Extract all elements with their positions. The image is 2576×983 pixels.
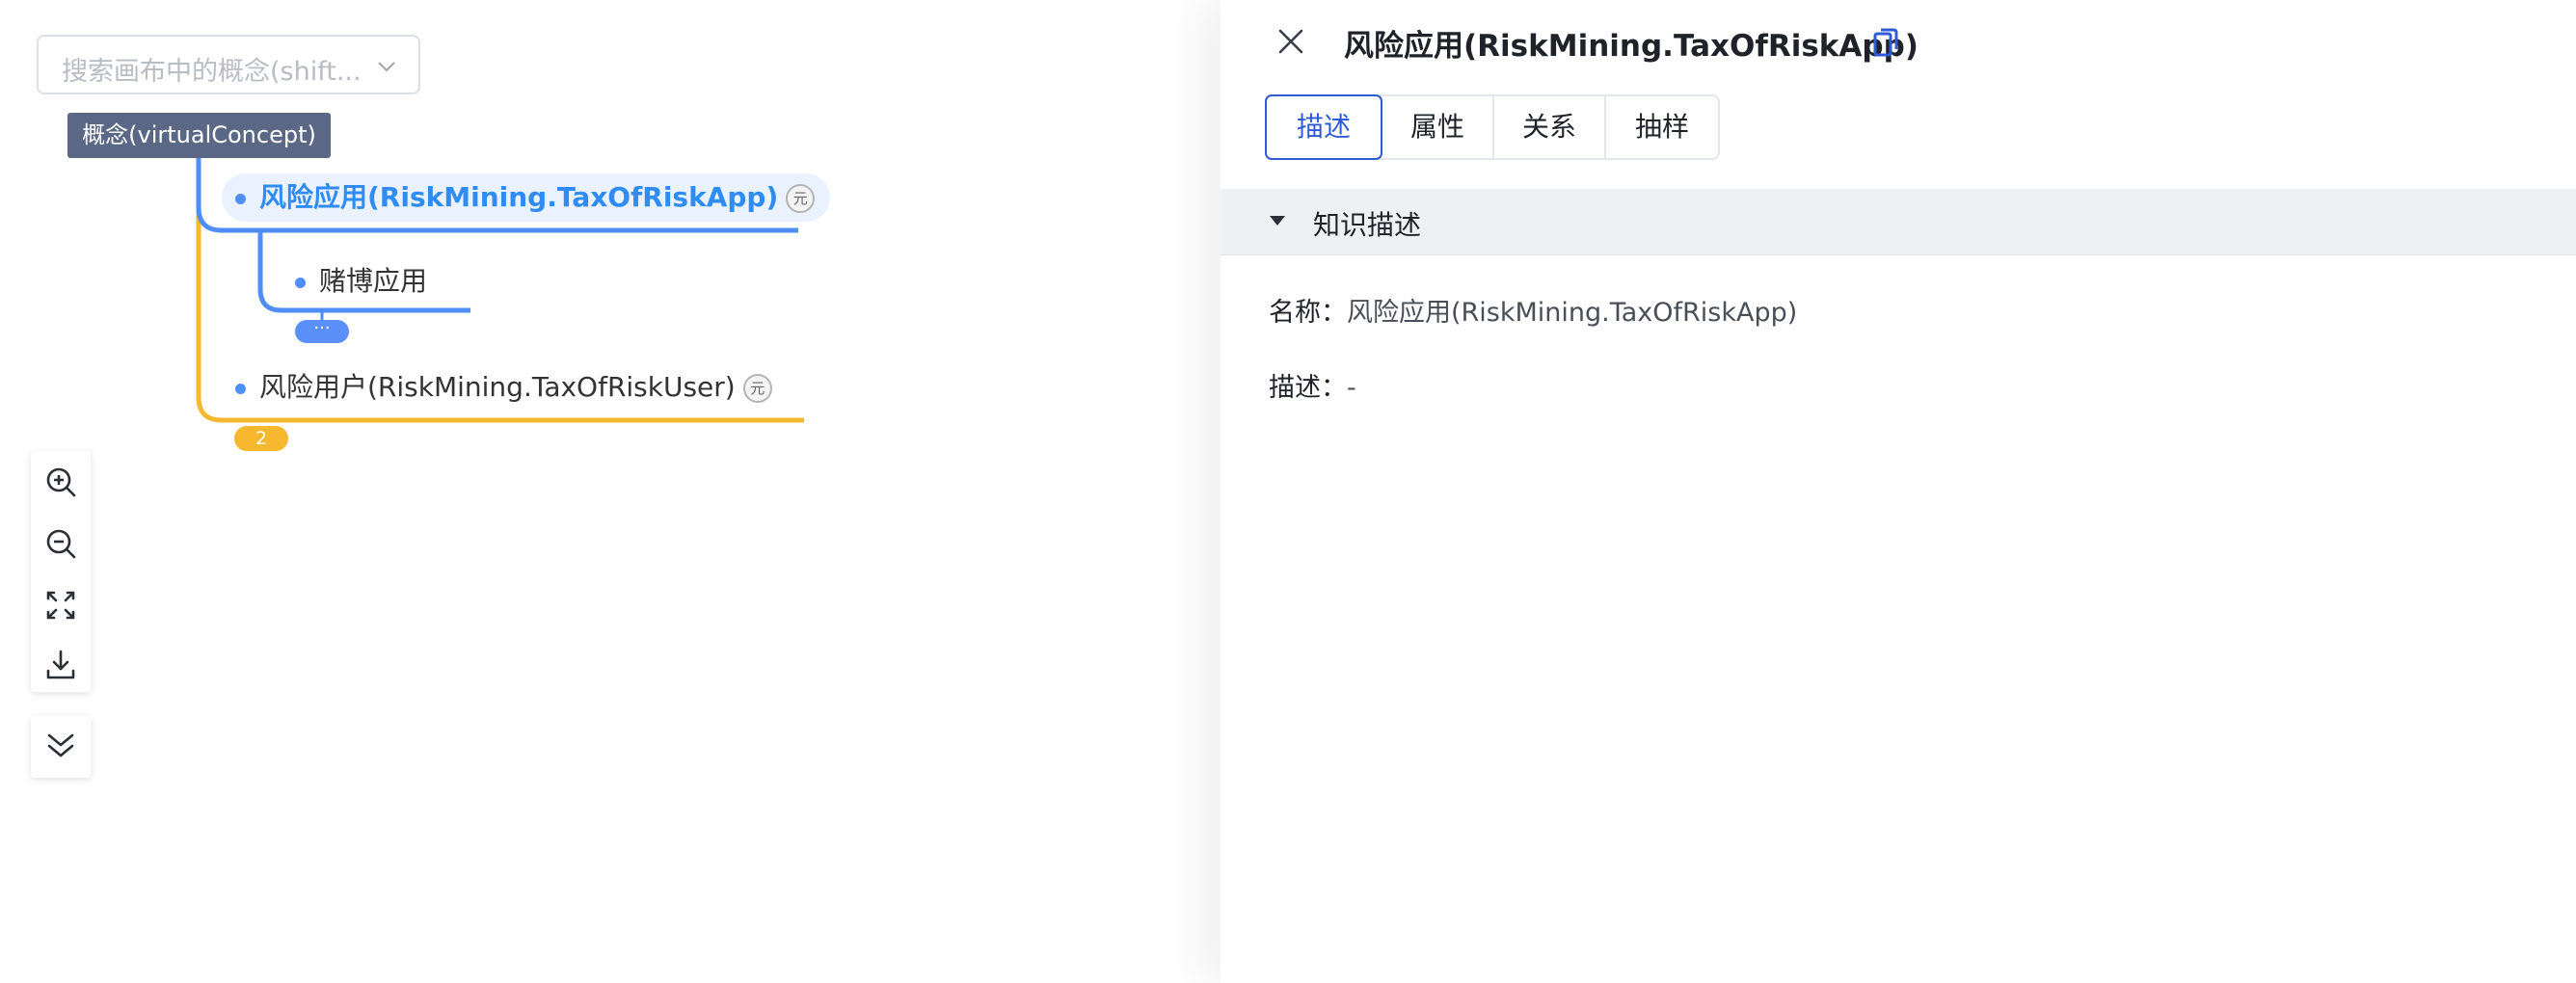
download-icon[interactable] [43,648,78,682]
field-value: - [1347,373,1356,403]
canvas-toolbar [31,451,91,692]
field-value: 风险应用(RiskMining.TaxOfRiskApp) [1347,298,1798,328]
concept-node-risk-app[interactable]: 风险应用(RiskMining.TaxOfRiskApp) 元 [222,173,831,222]
graph-canvas[interactable]: 搜索画布中的概念(shift... 概念(virtualConcept) 风险应… [0,0,1221,983]
tab-description[interactable]: 描述 [1265,94,1382,160]
meta-badge: 元 [742,374,772,403]
concept-node-label: 风险应用(RiskMining.TaxOfRiskApp) [259,181,779,213]
double-chevron-down-icon [47,733,74,757]
concept-node-gambling-app[interactable]: 赌博应用 [295,262,427,301]
node-dot [295,277,306,288]
field-key: 描述： [1269,373,1347,403]
node-dot [235,193,246,204]
tab-properties[interactable]: 属性 [1382,96,1494,158]
concept-detail-panel: 风险应用(RiskMining.TaxOfRiskApp) 描述 属性 关系 抽… [1221,0,2576,983]
detail-tabs: 描述 属性 关系 抽样 [1265,94,1720,160]
caret-down-icon [1270,216,1285,226]
close-icon[interactable] [1275,25,1307,58]
meta-badge: 元 [786,184,816,213]
field-name: 名称：风险应用(RiskMining.TaxOfRiskApp) [1269,291,1797,329]
field-description: 描述：- [1269,366,1356,404]
fit-screen-icon[interactable] [43,588,78,623]
copy-icon[interactable] [1872,26,1899,59]
zoom-out-icon[interactable] [43,526,78,561]
expand-more-button[interactable]: ··· [295,320,349,343]
concept-node-label: 赌博应用 [319,265,428,297]
collapse-toolbar-button[interactable] [31,716,91,778]
concept-node-risk-user[interactable]: 风险用户(RiskMining.TaxOfRiskUser) 元 [235,368,772,407]
node-dot [235,383,246,394]
section-title: 知识描述 [1313,209,1422,241]
tab-sampling[interactable]: 抽样 [1606,96,1718,158]
concept-node-label: 风险用户(RiskMining.TaxOfRiskUser) [259,371,736,403]
panel-title: 风险应用(RiskMining.TaxOfRiskApp) [1344,29,1919,64]
tab-relations[interactable]: 关系 [1494,96,1606,158]
zoom-in-icon[interactable] [43,465,78,499]
knowledge-description-section[interactable]: 知识描述 [1221,189,2576,255]
child-count-badge[interactable]: 2 [234,426,288,451]
root-concept-node[interactable]: 概念(virtualConcept) [67,113,331,158]
field-key: 名称： [1269,298,1347,328]
